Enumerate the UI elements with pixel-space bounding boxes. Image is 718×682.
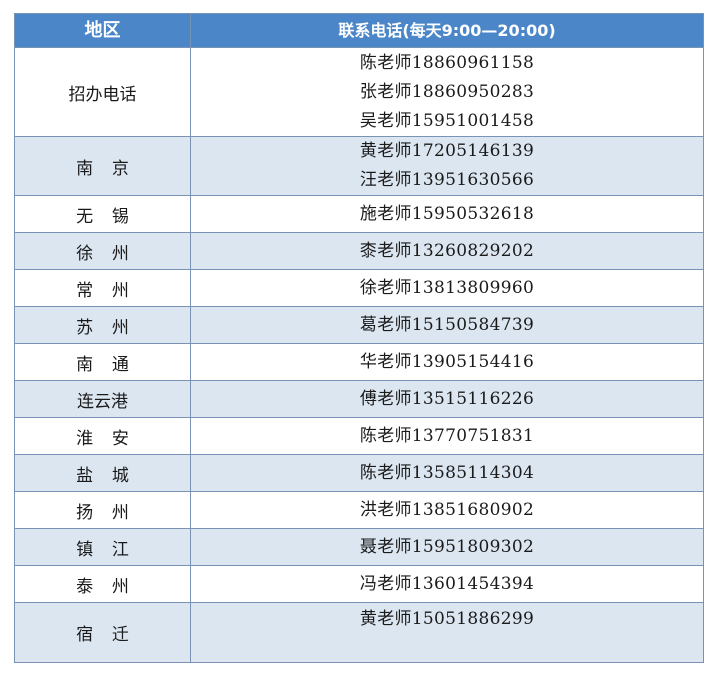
phone-cell: 洪老师13851680902 <box>190 491 704 529</box>
phone-cell: 徐老师13813809960 <box>190 269 704 307</box>
contact-phone: 陈老师13585114304 <box>359 462 535 483</box>
table-header: 地区 联系电话(每天9:00—20:00) <box>14 13 704 48</box>
region-cell: 常州 <box>14 269 191 307</box>
header-phone: 联系电话(每天9:00—20:00) <box>190 13 704 48</box>
table-row: 招办电话 陈老师18860961158 张老师18860950283 吴老师15951… <box>14 47 704 137</box>
region-cell: 盐城 <box>14 454 191 492</box>
contact-phone: 洪老师13851680902 <box>359 499 535 520</box>
header-region: 地区 <box>14 13 191 48</box>
table-row: 扬州 洪老师13851680902 <box>14 491 704 529</box>
region-cell: 南通 <box>14 343 191 381</box>
region-cell: 无锡 <box>14 195 191 233</box>
table-row: 盐城 陈老师13585114304 <box>14 454 704 492</box>
contact-phone: 黄老师15051886299 <box>359 609 535 629</box>
table-row: 南京 黄老师17205146139 汪老师13951630566 <box>14 136 704 196</box>
table-row: 南通 华老师13905154416 <box>14 343 704 381</box>
phone-cell: 冯老师13601454394 <box>190 565 704 603</box>
table-row: 镇江 聂老师15951809302 <box>14 528 704 566</box>
region-cell: 南京 <box>14 136 191 196</box>
table-row: 无锡 施老师15950532618 <box>14 195 704 233</box>
region-cell: 扬州 <box>14 491 191 529</box>
phone-cell: 陈老师18860961158 张老师18860950283 吴老师159510014… <box>190 47 704 137</box>
contact-phone: 冯老师13601454394 <box>359 573 535 594</box>
contact-phone: 桼老师13260829202 <box>359 240 535 261</box>
table-row: 淮安 陈老师13770751831 <box>14 417 704 455</box>
phone-cell: 陈老师13585114304 <box>190 454 704 492</box>
region-cell: 泰州 <box>14 565 191 603</box>
region-cell: 徐州 <box>14 232 191 270</box>
region-cell: 连云港 <box>14 380 191 418</box>
contact-phone: 张老师18860950283 <box>359 81 535 102</box>
phone-cell: 聂老师15951809302 <box>190 528 704 566</box>
region-cell: 苏州 <box>14 306 191 344</box>
phone-cell: 华老师13905154416 <box>190 343 704 381</box>
contact-phone: 徐老师13813809960 <box>359 277 535 298</box>
contact-phone: 陈老师18860961158 <box>359 52 535 73</box>
table-row: 苏州 葛老师15150584739 <box>14 306 704 344</box>
region-cell: 宿迁 <box>14 602 191 663</box>
table-row: 泰州 冯老师13601454394 <box>14 565 704 603</box>
phone-cell: 黄老师17205146139 汪老师13951630566 <box>190 136 704 196</box>
contact-phone: 葛老师15150584739 <box>359 314 535 335</box>
contact-phone: 傅老师13515116226 <box>359 388 535 409</box>
phone-cell: 陈老师13770751831 <box>190 417 704 455</box>
region-cell: 招办电话 <box>14 47 191 137</box>
phone-cell: 傅老师13515116226 <box>190 380 704 418</box>
contact-phone: 吴老师15951001458 <box>359 110 535 131</box>
contact-table: 地区 联系电话(每天9:00—20:00) 招办电话 陈老师18860961158… <box>14 13 704 663</box>
phone-cell: 施老师15950532618 <box>190 195 704 233</box>
contact-phone: 陈老师13770751831 <box>359 425 535 446</box>
phone-cell: 黄老师15051886299 <box>190 602 704 663</box>
contact-phone: 黄老师17205146139 <box>359 141 535 161</box>
table-row: 宿迁 黄老师15051886299 <box>14 602 704 663</box>
contact-phone: 汪老师13951630566 <box>359 170 535 190</box>
contact-phone: 施老师15950532618 <box>359 203 535 224</box>
phone-cell: 葛老师15150584739 <box>190 306 704 344</box>
region-cell: 镇江 <box>14 528 191 566</box>
contact-phone: 华老师13905154416 <box>359 351 535 372</box>
table-row: 常州 徐老师13813809960 <box>14 269 704 307</box>
header-row: 地区 联系电话(每天9:00—20:00) <box>14 13 704 48</box>
region-cell: 淮安 <box>14 417 191 455</box>
contact-phone: 聂老师15951809302 <box>359 536 535 557</box>
table-row: 连云港 傅老师13515116226 <box>14 380 704 418</box>
phone-cell: 桼老师13260829202 <box>190 232 704 270</box>
table-row: 徐州 桼老师13260829202 <box>14 232 704 270</box>
table-body: 招办电话 陈老师18860961158 张老师18860950283 吴老师15951… <box>14 47 704 663</box>
